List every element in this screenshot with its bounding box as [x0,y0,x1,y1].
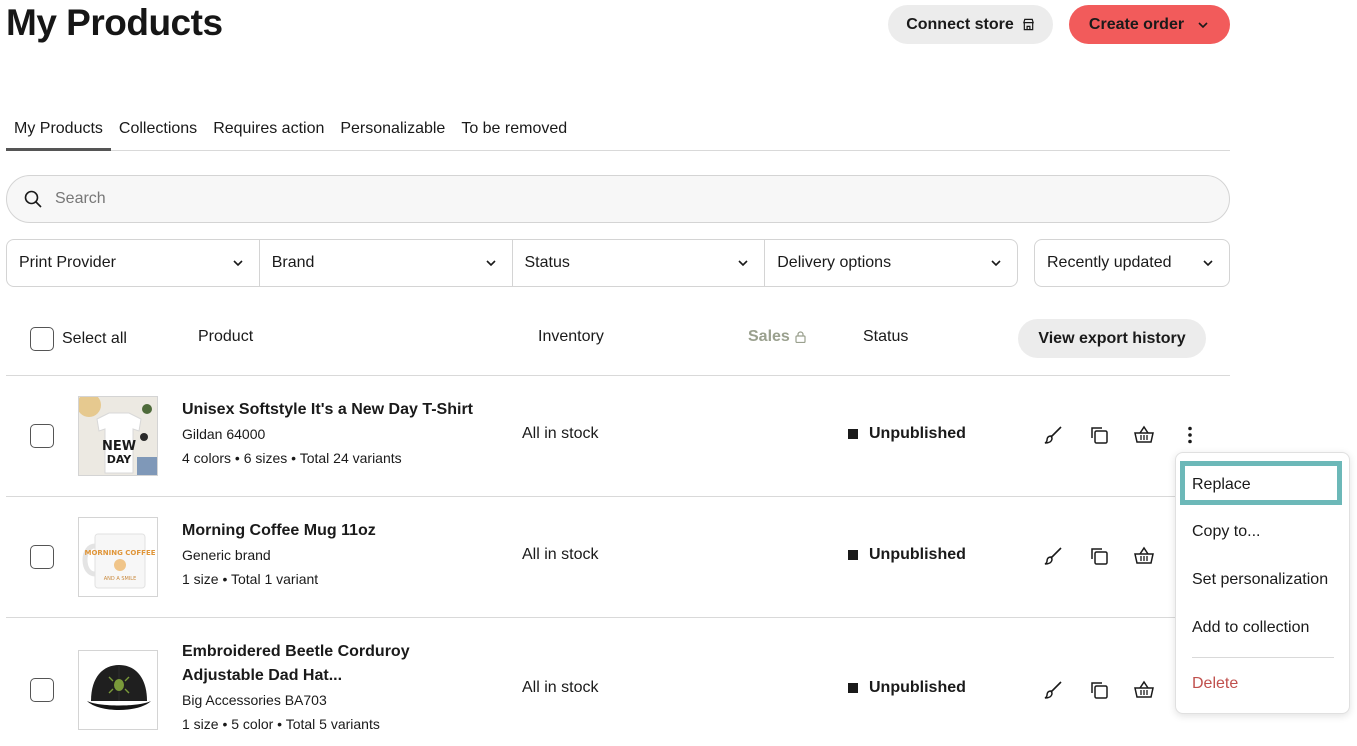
search-input[interactable] [55,190,955,208]
menu-item-copy-to[interactable]: Copy to... [1192,523,1260,541]
column-header-sales: Sales [748,328,806,346]
duplicate-button[interactable] [1087,423,1111,447]
copy-icon [1091,548,1108,565]
tab-to-be-removed[interactable]: To be removed [453,112,575,151]
product-info: Unisex Softstyle It's a New Day T-Shirt … [182,398,473,470]
svg-text:MORNING COFFEE: MORNING COFFEE [84,549,155,557]
copy-icon [1091,682,1108,699]
hat-image [79,651,157,729]
brush-icon [1044,426,1062,444]
tshirt-image: NEW DAY [79,397,157,475]
status-badge: Unpublished [848,425,966,443]
product-variants: 4 colors • 6 sizes • Total 24 variants [182,450,402,466]
product-brand: Gildan 64000 [182,426,266,442]
status-indicator [848,429,858,439]
create-order-button[interactable]: Create order [1069,5,1230,44]
status-badge: Unpublished [848,546,966,564]
chevron-down-icon [991,260,1001,267]
tab-my-products[interactable]: My Products [6,112,111,151]
row-context-menu: Replace Copy to... Set personalization A… [1175,452,1350,714]
basket-icon [1134,680,1154,698]
status-indicator [848,550,858,560]
row-checkbox[interactable] [30,545,54,569]
more-options-button[interactable] [1178,423,1202,447]
filter-brand[interactable]: Brand [260,240,513,286]
page-title: My Products [6,2,223,43]
chevron-down-icon [1203,260,1213,267]
chevron-down-icon [485,260,496,267]
row-checkbox[interactable] [30,424,54,448]
store-icon [1022,18,1034,31]
brush-icon [1044,547,1062,565]
more-vertical-icon [1188,426,1192,444]
product-name[interactable]: Morning Coffee Mug 11oz [182,519,376,543]
chevron-down-icon [738,260,748,267]
svg-text:NEW: NEW [102,439,136,454]
table-row: NEW DAY Unisex Softstyle It's a New Day … [6,376,1230,497]
connect-store-button[interactable]: Connect store [888,5,1053,44]
menu-item-add-to-collection[interactable]: Add to collection [1192,619,1309,637]
menu-item-delete[interactable]: Delete [1192,675,1238,693]
tab-bar: My Products Collections Requires action … [6,112,1230,151]
chevron-down-icon [233,260,243,267]
inventory-value: All in stock [522,546,599,563]
filter-status[interactable]: Status [513,240,766,286]
status-indicator [848,683,858,693]
filter-delivery-options[interactable]: Delivery options [765,240,1017,286]
svg-text:DAY: DAY [107,453,133,466]
tab-personalizable[interactable]: Personalizable [332,112,453,151]
column-header-status: Status [863,328,909,345]
edit-design-button[interactable] [1041,544,1065,568]
product-thumbnail[interactable] [78,650,158,730]
publish-to-store-button[interactable] [1132,423,1156,447]
inventory-value: All in stock [522,679,599,696]
product-info: Morning Coffee Mug 11oz Generic brand 1 … [182,519,376,591]
chevron-down-icon [1198,21,1208,28]
duplicate-button[interactable] [1087,544,1111,568]
publish-to-store-button[interactable] [1132,544,1156,568]
select-all-checkbox[interactable] [30,327,54,351]
product-brand: Big Accessories BA703 [182,692,327,708]
product-variants: 1 size • Total 1 variant [182,571,319,587]
tab-requires-action[interactable]: Requires action [205,112,332,151]
product-name[interactable]: Embroidered Beetle Corduroy Adjustable D… [182,640,410,688]
product-thumbnail[interactable]: MORNING COFFEE AND A SMILE [78,517,158,597]
svg-text:AND A SMILE: AND A SMILE [104,576,137,582]
edit-design-button[interactable] [1041,423,1065,447]
search-bar [6,175,1230,223]
table-row: MORNING COFFEE AND A SMILE Morning Coffe… [6,497,1230,618]
column-header-product: Product [198,328,254,345]
inventory-value: All in stock [522,425,599,442]
edit-design-button[interactable] [1041,678,1065,702]
brush-icon [1044,681,1062,699]
lock-icon [795,331,806,343]
menu-divider [1192,657,1334,658]
status-badge: Unpublished [848,679,966,697]
tab-collections[interactable]: Collections [111,112,205,151]
product-info: Embroidered Beetle Corduroy Adjustable D… [182,640,410,736]
copy-icon [1091,427,1108,444]
search-icon [24,190,42,208]
product-name[interactable]: Unisex Softstyle It's a New Day T-Shirt [182,398,473,422]
duplicate-button[interactable] [1087,678,1111,702]
row-checkbox[interactable] [30,678,54,702]
product-thumbnail[interactable]: NEW DAY [78,396,158,476]
product-variants: 1 size • 5 color • Total 5 variants [182,716,380,732]
publish-to-store-button[interactable] [1132,678,1156,702]
mug-image: MORNING COFFEE AND A SMILE [79,518,157,596]
select-all: Select all [30,327,127,351]
menu-item-set-personalization[interactable]: Set personalization [1192,571,1328,589]
filter-print-provider[interactable]: Print Provider [7,240,260,286]
sort-dropdown[interactable]: Recently updated [1034,239,1230,287]
table-row: Embroidered Beetle Corduroy Adjustable D… [6,618,1230,746]
filter-bar: Print Provider Brand Status Delivery opt… [6,239,1018,287]
table-header: Select all Product Inventory Sales Statu… [6,318,1230,376]
product-brand: Generic brand [182,547,271,563]
view-export-history-button[interactable]: View export history [1018,319,1206,358]
column-header-inventory: Inventory [538,328,604,345]
basket-icon [1134,546,1154,564]
basket-icon [1134,425,1154,443]
menu-item-replace[interactable]: Replace [1180,461,1342,505]
